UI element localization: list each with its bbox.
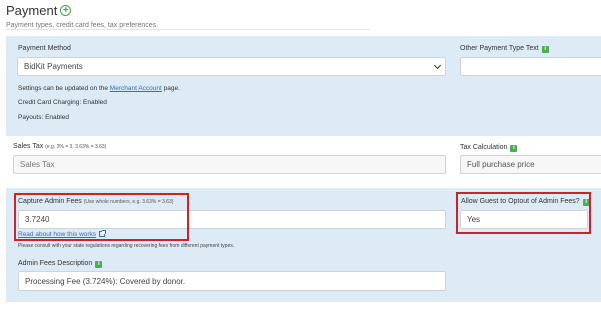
header-divider [6,29,370,30]
page-header: Payment + Payment types, credit card fee… [6,3,366,29]
info-icon[interactable]: i [95,261,103,268]
admin-fees-description-label: Admin Fees Description i [18,260,103,268]
admin-fees-description-input[interactable]: Processing Fee (3.724%): Covered by dono… [18,271,446,291]
sales-tax-label: Sales Tax (e.g. 3% = 3, 3.63% = 3.63) [13,143,107,150]
tax-calculation-label: Tax Calculation i [460,144,518,152]
credit-charging-status: Credit Card Charging: Enabled [18,99,107,106]
payment-method-value: BidKit Payments [24,62,83,71]
capture-fees-highlight [14,193,189,241]
optout-highlight [456,192,591,234]
page-subtitle: Payment types, credit card fees, tax pre… [6,22,159,29]
other-payment-type-input[interactable] [460,57,601,76]
sales-tax-input[interactable]: Sales Tax [13,155,446,174]
payment-method-label: Payment Method [18,45,71,52]
chevron-down-icon [433,61,442,70]
page-title: Payment [6,3,58,18]
other-payment-type-label: Other Payment Type Text i [460,45,549,53]
info-icon[interactable]: i [510,145,518,152]
merchant-account-link[interactable]: Merchant Account [110,85,162,92]
settings-note: Settings can be updated on the Merchant … [18,85,180,92]
regulations-note: Please consult with your state regulatio… [18,243,235,249]
tax-calculation-select[interactable]: Full purchase price [460,155,601,174]
info-icon[interactable]: i [541,46,549,53]
plus-circle-icon[interactable]: + [60,5,72,16]
payouts-status: Payouts: Enabled [18,114,69,121]
payment-method-select[interactable]: BidKit Payments [17,57,446,76]
